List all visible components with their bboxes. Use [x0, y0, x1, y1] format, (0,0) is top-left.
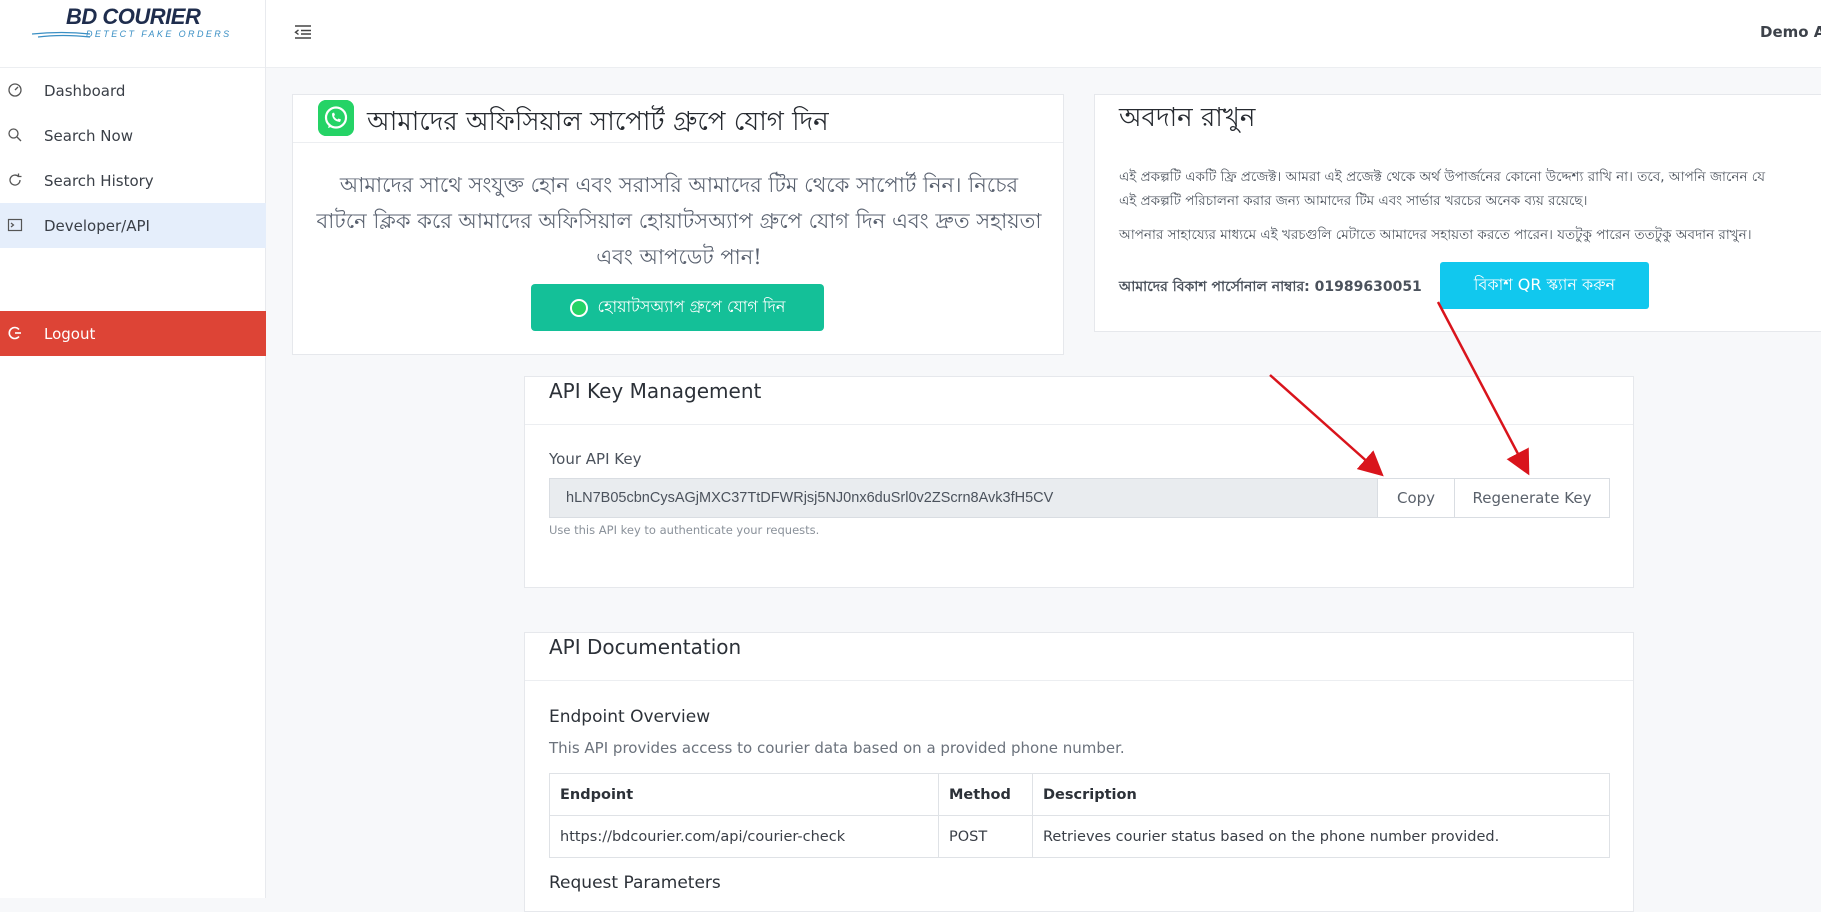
table-header-row: Endpoint Method Description: [549, 773, 1610, 816]
logout-icon: [8, 326, 21, 340]
donation-text-line: এই প্রকল্পটি একটি ফ্রি প্রজেক্ট। আমরা এই…: [1119, 169, 1766, 185]
api-key-label: Your API Key: [549, 450, 642, 468]
logout-button[interactable]: Logout: [0, 311, 266, 356]
whatsapp-icon: [318, 100, 354, 136]
request-parameters-title: Request Parameters: [549, 873, 721, 893]
donation-text-line: এই প্রকল্পটি পরিচালনা করার জন্য আমাদের ট…: [1119, 193, 1588, 209]
table-header: Method: [938, 773, 1033, 816]
whatsapp-support-card: আমাদের অফিসিয়াল সাপোর্ট গ্রুপে যোগ দিন …: [292, 94, 1064, 355]
whatsapp-card-text: আমাদের সাথে সংযুক্ত হোন এবং সরাসরি আমাদে…: [316, 173, 1042, 269]
whatsapp-card-title: আমাদের অফিসিয়াল সাপোর্ট গ্রুপে যোগ দিন: [367, 107, 829, 137]
copy-button[interactable]: Copy: [1377, 478, 1455, 518]
regenerate-key-button[interactable]: Regenerate Key: [1455, 478, 1610, 518]
search-icon: [8, 128, 22, 142]
history-icon: [9, 173, 22, 186]
brand-name: BD COURIER: [66, 4, 201, 29]
api-key-input-group: Copy Regenerate Key: [549, 478, 1610, 518]
brand-logo[interactable]: BD COURIER DETECT FAKE ORDERS: [0, 0, 265, 68]
terminal-icon: [7, 218, 23, 232]
donation-text-line: আপনার সাহায্যের মাধ্যমে এই খরচগুলি মেটাত…: [1119, 227, 1752, 243]
table-header: Endpoint: [549, 773, 939, 816]
table-row: https://bdcourier.com/api/courier-check …: [549, 815, 1610, 858]
api-key-help-text: Use this API key to authenticate your re…: [549, 523, 820, 537]
top-bar: Demo Ac: [266, 0, 1821, 68]
table-cell: POST: [938, 815, 1033, 858]
whatsapp-icon: [569, 298, 588, 317]
table-header: Description: [1032, 773, 1610, 816]
logout-label: Logout: [44, 324, 96, 343]
table-cell: https://bdcourier.com/api/courier-check: [549, 815, 939, 858]
endpoint-overview-desc: This API provides access to courier data…: [549, 739, 1125, 757]
brand-tagline: DETECT FAKE ORDERS: [86, 29, 232, 39]
logo-swoosh-icon: [32, 31, 91, 38]
sidebar-item-developer-api[interactable]: Developer/API: [0, 203, 266, 248]
gauge-icon: [8, 83, 22, 97]
sidebar-item-label: Dashboard: [44, 81, 126, 100]
api-key-input[interactable]: [549, 478, 1377, 518]
api-docs-section-title: API Documentation: [549, 635, 742, 659]
sidebar-item-dashboard[interactable]: Dashboard: [0, 68, 266, 113]
api-key-section-title: API Key Management: [549, 379, 762, 403]
join-whatsapp-label: হোয়াটসঅ্যাপ গ্রুপে যোগ দিন: [597, 297, 786, 316]
bkash-qr-button[interactable]: বিকাশ QR স্ক্যান করুন: [1440, 262, 1649, 309]
sidebar-item-search-now[interactable]: Search Now: [0, 113, 266, 158]
join-whatsapp-button[interactable]: হোয়াটসঅ্যাপ গ্রুপে যোগ দিন: [531, 284, 824, 331]
bkash-phone-number: আমাদের বিকাশ পার্সোনাল নাম্বার: 01989630…: [1119, 279, 1422, 295]
api-key-card: API Key Management Your API Key Copy Reg…: [524, 376, 1634, 588]
endpoint-overview-title: Endpoint Overview: [549, 707, 711, 727]
user-menu[interactable]: Demo Ac: [1760, 23, 1821, 41]
table-cell: Retrieves courier status based on the ph…: [1032, 815, 1610, 858]
endpoint-table: Endpoint Method Description https://bdco…: [549, 773, 1610, 858]
sidebar-item-search-history[interactable]: Search History: [0, 158, 266, 203]
donation-card-title: অবদান রাখুন: [1119, 103, 1256, 133]
sidebar-item-label: Developer/API: [44, 216, 150, 235]
menu-toggle-icon[interactable]: [294, 23, 312, 41]
sidebar-item-label: Search History: [44, 171, 154, 190]
sidebar: BD COURIER DETECT FAKE ORDERS Dashboard …: [0, 0, 266, 898]
sidebar-item-label: Search Now: [44, 126, 133, 145]
donation-card: অবদান রাখুন এই প্রকল্পটি একটি ফ্রি প্রজে…: [1094, 94, 1821, 332]
api-documentation-card: API Documentation Endpoint Overview This…: [524, 632, 1634, 912]
